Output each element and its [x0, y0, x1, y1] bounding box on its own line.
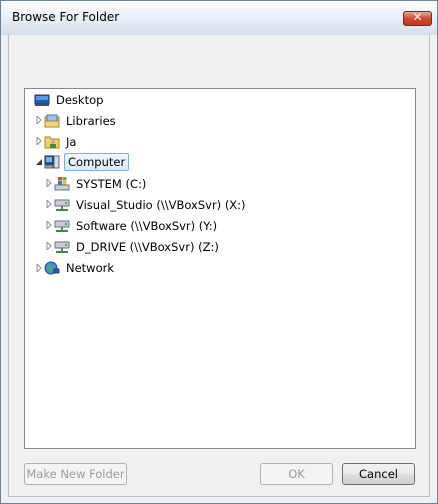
- tree-item-label: Software (\\VBoxSvr) (Y:): [76, 219, 218, 233]
- title-bar[interactable]: Browse For Folder ✕: [1, 1, 437, 35]
- tree-item-label: SYSTEM (C:): [76, 177, 147, 191]
- close-button[interactable]: ✕: [403, 10, 432, 26]
- tree-item-network-drive-x[interactable]: Visual_Studio (\\VBoxSvr) (X:): [54, 195, 248, 215]
- cancel-button[interactable]: Cancel: [342, 463, 415, 485]
- computer-icon: [44, 154, 60, 170]
- browse-for-folder-dialog: Browse For Folder ✕ Desktop Libraries Ja…: [0, 0, 438, 504]
- expand-arrow-icon[interactable]: [45, 242, 53, 250]
- folder-tree-view[interactable]: Desktop Libraries Ja Computer SYSTEM (C:…: [24, 88, 416, 449]
- network-icon: [44, 260, 60, 276]
- expand-arrow-icon[interactable]: [35, 137, 43, 145]
- window-title: Browse For Folder: [12, 10, 120, 24]
- libraries-icon: [44, 113, 60, 129]
- tree-item-user-folder[interactable]: Ja: [44, 132, 78, 152]
- tree-item-label: Desktop: [56, 93, 104, 107]
- ok-button[interactable]: OK: [260, 463, 333, 485]
- tree-item-network-drive-y[interactable]: Software (\\VBoxSvr) (Y:): [54, 216, 219, 236]
- network-drive-icon: [54, 218, 70, 234]
- expand-arrow-icon[interactable]: [35, 116, 43, 124]
- make-new-folder-button[interactable]: Make New Folder: [24, 463, 127, 485]
- desktop-icon: [34, 92, 50, 108]
- tree-item-label: D_DRIVE (\\VBoxSvr) (Z:): [76, 240, 219, 254]
- tree-item-label: Ja: [66, 135, 77, 149]
- expand-arrow-icon[interactable]: [45, 221, 53, 229]
- tree-item-label: Libraries: [66, 114, 116, 128]
- tree-item-network-drive-z[interactable]: D_DRIVE (\\VBoxSvr) (Z:): [54, 237, 221, 257]
- tree-item-libraries[interactable]: Libraries: [44, 111, 118, 131]
- tree-item-desktop[interactable]: Desktop: [34, 90, 105, 110]
- tree-item-system-drive[interactable]: SYSTEM (C:): [54, 174, 148, 194]
- tree-item-computer[interactable]: Computer: [44, 152, 130, 172]
- close-icon: ✕: [412, 10, 423, 24]
- windows-drive-icon: [54, 176, 70, 192]
- make-new-folder-label: Make New Folder: [26, 467, 125, 481]
- network-drive-icon: [54, 197, 70, 213]
- cancel-label: Cancel: [359, 467, 398, 481]
- tree-item-label: Visual_Studio (\\VBoxSvr) (X:): [76, 198, 246, 212]
- user-folder-icon: [44, 134, 60, 150]
- tree-item-network[interactable]: Network: [44, 258, 116, 278]
- expand-arrow-icon[interactable]: [35, 264, 43, 272]
- tree-item-label: Network: [66, 261, 115, 275]
- network-drive-icon: [54, 239, 70, 255]
- expand-arrow-icon[interactable]: [45, 200, 53, 208]
- ok-label: OK: [288, 467, 305, 481]
- collapse-arrow-icon[interactable]: [35, 158, 43, 166]
- tree-item-label: Computer: [64, 153, 130, 171]
- expand-arrow-icon[interactable]: [45, 179, 53, 187]
